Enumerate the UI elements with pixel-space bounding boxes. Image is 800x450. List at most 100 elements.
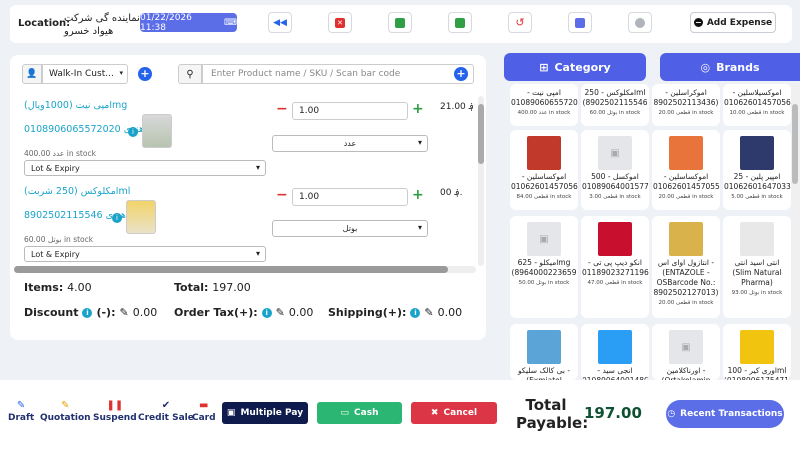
qty-input[interactable]: 1.00 <box>292 102 408 120</box>
product-stock: 93.00 بوتل in stock <box>731 290 783 296</box>
product-card[interactable]: اموکساسلین - (0106260145705640 84.00 قطعی… <box>510 130 578 210</box>
settings-button[interactable] <box>628 12 652 33</box>
info-icon[interactable]: i <box>410 307 421 318</box>
quotation-label: Quotation <box>40 413 91 423</box>
card-button[interactable]: ▬ Card <box>192 400 216 423</box>
company-line-1: نماینده گی شرکت <box>64 13 140 24</box>
lot-expiry-value: Lot & Expiry <box>31 164 80 173</box>
quotation-button[interactable]: ✎ Quotation <box>40 400 91 423</box>
cart-horizontal-scroll-thumb[interactable] <box>14 266 448 273</box>
category-label: Category <box>554 60 611 74</box>
product-stock: 400.00 عدد in stock <box>517 110 571 116</box>
location-name[interactable]: نماینده گی شرکت هیواد خسرو <box>64 12 140 38</box>
calculator-button[interactable] <box>448 12 472 33</box>
product-image <box>740 222 774 256</box>
product-card[interactable]: انتی اسید انتی (Slim Natural Pharma) 93.0… <box>723 216 791 318</box>
product-image: ▣ <box>598 136 632 170</box>
user-icon: 👤 <box>22 64 42 84</box>
briefcase-button[interactable] <box>388 12 412 33</box>
product-card[interactable]: اموکسیلاسلین - (0106260145705657 10.00 قط… <box>723 84 791 126</box>
product-name: امپیر پلین - 25 (0106260164703313 <box>724 172 791 191</box>
product-card[interactable]: بی کالک سلیکو - (Exmiatol <box>510 324 578 380</box>
credit-sale-button[interactable]: ✔ Credit Sale <box>138 400 194 423</box>
increase-qty-button[interactable]: + <box>412 187 424 203</box>
product-card[interactable]: انتازول اوای اس - (ENTAZOLE - OSBarcode … <box>652 216 720 318</box>
edit-icon[interactable]: ✎ <box>276 306 285 319</box>
product-card[interactable]: انکو دیپ پی تی - (0118902327119665 47.00 … <box>581 216 649 318</box>
category-button[interactable]: ⊞ Category <box>504 53 646 81</box>
datetime-button[interactable]: 01/22/2026 11:38 ⌨ <box>140 13 237 33</box>
info-icon[interactable]: i <box>261 307 272 318</box>
info-icon[interactable]: i <box>112 213 122 223</box>
items-label: Items: <box>24 281 64 294</box>
product-stock: 3.00 قطعی in stock <box>589 194 641 200</box>
close-box-icon: ✕ <box>335 17 345 28</box>
draft-icon: ✎ <box>16 400 26 411</box>
product-stock: 10.00 قطعی in stock <box>729 110 785 116</box>
product-card[interactable]: اموکراسلین - (8902502113436 20.00 قطعی in… <box>652 84 720 126</box>
product-stock: 5.00 قطعی in stock <box>731 194 783 200</box>
suspend-button[interactable]: ❚❚ Suspend <box>93 400 137 423</box>
credit-sale-label: Credit Sale <box>138 413 194 423</box>
product-card[interactable]: امپیر پلین - 25 (0106260164703313 5.00 قط… <box>723 130 791 210</box>
quotation-icon: ✎ <box>61 400 70 411</box>
back-button[interactable]: ◀◀ <box>268 12 292 33</box>
unit-select[interactable]: عدد ▾ <box>272 135 428 152</box>
product-stock: 60.00 بوتل in stock <box>589 110 641 116</box>
cart-vertical-scroll-thumb[interactable] <box>478 104 484 164</box>
product-thumbnail <box>142 114 172 148</box>
product-card[interactable]: امپی نیت - (0108906065572020 400.00 عدد i… <box>510 84 578 126</box>
chevron-down-icon: ▾ <box>119 69 123 77</box>
credit-card-icon: ▬ <box>199 400 209 411</box>
product-card[interactable]: ▣ اورناکلامین - (Ortakolamin <box>652 324 720 380</box>
decrease-qty-button[interactable]: − <box>276 187 288 203</box>
info-icon[interactable]: i <box>82 307 93 318</box>
products-scroll-thumb[interactable] <box>792 104 798 184</box>
brands-button[interactable]: ◎ Brands <box>660 53 800 81</box>
money-icon: ▭ <box>340 408 350 418</box>
cart-item-name[interactable]: امکلوکس (250 شربت)ml <box>24 186 130 197</box>
edit-icon[interactable]: ✎ <box>424 306 433 319</box>
add-expense-button[interactable]: − Add Expense <box>690 12 776 33</box>
lot-expiry-select[interactable]: Lot & Expiry ▾ <box>24 160 266 176</box>
order-tax-value: 0.00 <box>288 306 314 319</box>
window-button[interactable] <box>568 12 592 33</box>
product-name: اوری کیر - 100ml (0108906175471230 <box>724 366 791 380</box>
recent-transactions-button[interactable]: ◷ Recent Transactions <box>666 400 784 428</box>
product-card[interactable]: انجی سید - (0108906400148067 <box>581 324 649 380</box>
cancel-button[interactable]: ✖ Cancel <box>411 402 497 424</box>
info-icon[interactable]: i <box>128 127 138 137</box>
product-card[interactable]: اموکساسلین - (0106260145705548 20.00 قطعی… <box>652 130 720 210</box>
product-card[interactable]: امکلوکس - 250ml (8902502115546 60.00 بوتل… <box>581 84 649 126</box>
product-card[interactable]: اوری کیر - 100ml (0108906175471230 <box>723 324 791 380</box>
qty-input[interactable]: 1.00 <box>292 188 408 206</box>
unit-select[interactable]: بوتل ▾ <box>272 220 428 237</box>
product-card[interactable]: ▣ امیکلو - 625mg (8964000223659 50.00 بوتل… <box>510 216 578 318</box>
increase-qty-button[interactable]: + <box>412 101 424 117</box>
total-value: 197.00 <box>212 281 251 294</box>
product-card[interactable]: ▣ اموکسل - 500 (0108906400157724 3.00 قطعی… <box>581 130 649 210</box>
location-label: Location: <box>18 18 71 29</box>
decrease-qty-button[interactable]: − <box>276 101 288 117</box>
multiple-pay-button[interactable]: ▣ Multiple Pay <box>222 402 308 424</box>
cart-item-code: 8902502115546 <box>24 210 103 221</box>
draft-button[interactable]: ✎ Draft <box>8 400 34 423</box>
product-name: انجی سید - (0108906400148067 <box>582 366 649 380</box>
close-register-button[interactable]: ✕ <box>328 12 352 33</box>
company-line-2: هیواد خسرو <box>64 26 114 37</box>
product-name: امیکلو - 625mg (8964000223659 <box>511 258 577 277</box>
undo-icon: ↺ <box>515 16 525 29</box>
refresh-button[interactable]: ↺ <box>508 12 532 33</box>
product-name: اموکساسلین - (0106260145705548 <box>653 172 720 191</box>
lot-expiry-select[interactable]: Lot & Expiry ▾ <box>24 246 266 262</box>
edit-icon[interactable]: ✎ <box>119 306 128 319</box>
shipping-label: Shipping(+): <box>328 306 407 319</box>
product-name: انتازول اوای اس - (ENTAZOLE - OSBarcode … <box>653 258 719 297</box>
grid-icon: ⊞ <box>539 60 549 74</box>
add-customer-button[interactable]: + <box>138 67 152 81</box>
customer-select[interactable]: Walk-In Cust... ▾ <box>42 64 128 84</box>
cash-button[interactable]: ▭ Cash <box>317 402 402 424</box>
add-product-button[interactable]: + <box>454 67 468 81</box>
product-search-input[interactable]: Enter Product name / SKU / Scan bar code <box>202 64 474 84</box>
cart-item-name[interactable]: امپی نیت (1000ویال)mg <box>24 100 127 111</box>
